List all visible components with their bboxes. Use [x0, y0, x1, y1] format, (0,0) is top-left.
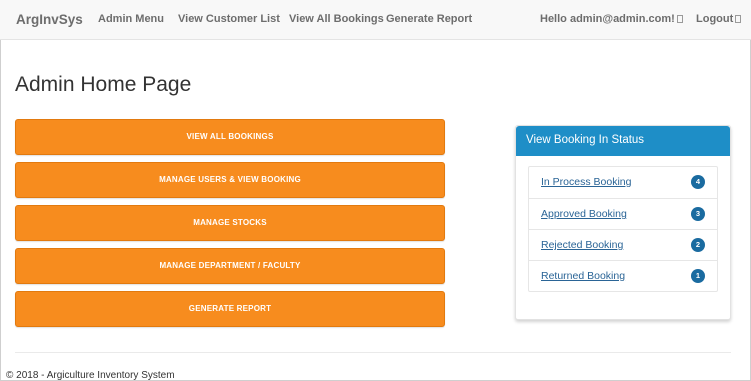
- count-badge: 4: [691, 175, 705, 189]
- nav-user-greeting[interactable]: Hello admin@admin.com!: [540, 13, 683, 25]
- footer-text: © 2018 - Argiculture Inventory System: [6, 370, 175, 381]
- user-greeting-text: Hello admin@admin.com!: [540, 13, 675, 25]
- navbar: ArgInvSys Admin Menu View Customer List …: [0, 0, 751, 40]
- status-item-label[interactable]: Approved Booking: [541, 208, 627, 220]
- booking-status-panel: View Booking In Status In Process Bookin…: [515, 125, 731, 320]
- count-badge: 1: [691, 269, 705, 283]
- nav-logout[interactable]: Logout: [696, 13, 742, 25]
- count-badge: 3: [691, 207, 705, 221]
- logout-text: Logout: [696, 13, 734, 25]
- nav-view-all-bookings[interactable]: View All Bookings: [289, 13, 384, 25]
- booking-status-list: In Process Booking 4 Approved Booking 3 …: [528, 166, 718, 292]
- page-title: Admin Home Page: [15, 73, 192, 96]
- missing-glyph-icon: [676, 15, 683, 23]
- nav-view-customer-list[interactable]: View Customer List: [178, 13, 280, 25]
- status-item-label[interactable]: Returned Booking: [541, 270, 625, 282]
- missing-glyph-icon: [735, 15, 742, 23]
- count-badge: 2: [691, 238, 705, 252]
- footer-divider: [15, 352, 731, 353]
- view-all-bookings-button[interactable]: VIEW ALL BOOKINGS: [15, 119, 445, 155]
- status-item-in-process[interactable]: In Process Booking 4: [529, 167, 717, 198]
- manage-department-button[interactable]: MANAGE DEPARTMENT / FACULTY: [15, 248, 445, 284]
- status-item-label[interactable]: In Process Booking: [541, 176, 631, 188]
- manage-users-button[interactable]: MANAGE USERS & VIEW BOOKING: [15, 162, 445, 198]
- brand-link[interactable]: ArgInvSys: [16, 12, 83, 27]
- status-item-label[interactable]: Rejected Booking: [541, 239, 623, 251]
- panel-title: View Booking In Status: [526, 134, 645, 146]
- nav-admin-menu[interactable]: Admin Menu: [98, 13, 164, 25]
- generate-report-button[interactable]: GENERATE REPORT: [15, 291, 445, 327]
- status-item-rejected[interactable]: Rejected Booking 2: [529, 229, 717, 260]
- status-item-approved[interactable]: Approved Booking 3: [529, 198, 717, 229]
- status-item-returned[interactable]: Returned Booking 1: [529, 260, 717, 291]
- nav-generate-report[interactable]: Generate Report: [386, 13, 472, 25]
- manage-stocks-button[interactable]: MANAGE STOCKS: [15, 205, 445, 241]
- panel-header: View Booking In Status: [516, 126, 730, 156]
